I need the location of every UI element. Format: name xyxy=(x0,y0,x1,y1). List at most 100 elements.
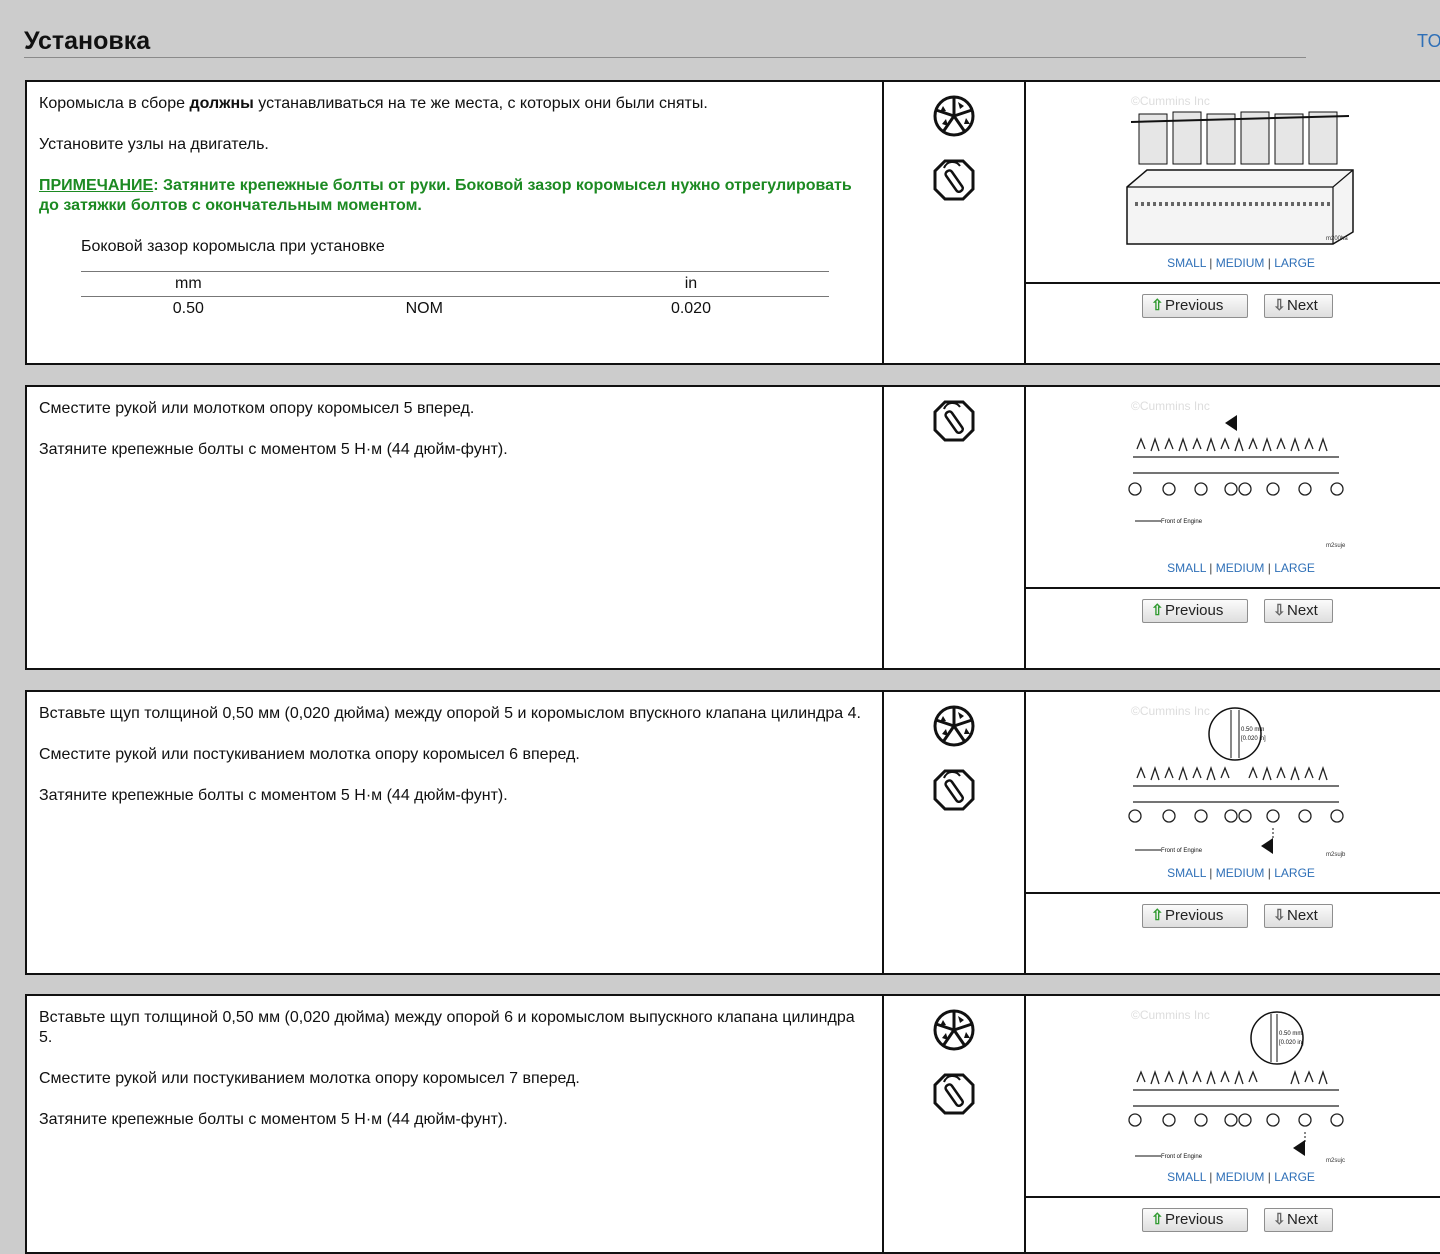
previous-button[interactable]: ⇧Previous xyxy=(1142,294,1248,318)
figure-area: ©Cummins Inc Front of Engine m2suje SMAL… xyxy=(1026,387,1440,589)
page-header: Установка xyxy=(24,24,1306,58)
large-link[interactable]: LARGE xyxy=(1274,561,1315,575)
medium-link[interactable]: MEDIUM xyxy=(1216,1170,1265,1184)
arrow-down-icon: ⇩ xyxy=(1273,907,1286,924)
separator: | xyxy=(1264,561,1275,575)
top-link[interactable]: TO xyxy=(1417,31,1440,52)
engine-figure[interactable]: ©Cummins Inc m200ha xyxy=(1121,92,1359,252)
tool-set-icon[interactable] xyxy=(932,94,976,138)
step-paragraph: Сместите рукой или постукиванием молотка… xyxy=(39,1070,580,1087)
next-label: Next xyxy=(1287,1211,1318,1228)
torque-wrench-icon[interactable] xyxy=(932,768,976,812)
figure-caption: Front of Engine xyxy=(1161,848,1203,854)
large-link[interactable]: LARGE xyxy=(1274,1170,1315,1184)
separator: | xyxy=(1264,866,1275,880)
medium-link[interactable]: MEDIUM xyxy=(1216,866,1265,880)
next-button[interactable]: ⇩Next xyxy=(1264,904,1333,928)
next-label: Next xyxy=(1287,907,1318,924)
spec-header xyxy=(296,272,553,297)
arrow-up-icon: ⇧ xyxy=(1151,1211,1164,1228)
small-link[interactable]: SMALL xyxy=(1167,256,1206,270)
previous-label: Previous xyxy=(1165,1211,1224,1228)
tool-icons xyxy=(884,996,1026,1252)
callout-in: [0.020 in] xyxy=(1241,736,1266,742)
torque-wrench-icon[interactable] xyxy=(932,399,976,443)
figure-watermark: ©Cummins Inc xyxy=(1131,399,1210,413)
figure-size-links: SMALL | MEDIUM | LARGE xyxy=(1026,866,1440,880)
procedure-step: Вставьте щуп толщиной 0,50 мм (0,020 дюй… xyxy=(25,690,1440,975)
large-link[interactable]: LARGE xyxy=(1274,256,1315,270)
text-run: устанавливаться на те же места, с которы… xyxy=(253,95,708,112)
large-link[interactable]: LARGE xyxy=(1274,866,1315,880)
next-button[interactable]: ⇩Next xyxy=(1264,1208,1333,1232)
arrow-up-icon: ⇧ xyxy=(1151,297,1164,314)
step-paragraph: Затяните крепежные болты с моментом 5 Н·… xyxy=(39,441,508,458)
callout-mm: 0.50 mm xyxy=(1241,727,1264,733)
step-text: Вставьте щуп толщиной 0,50 мм (0,020 дюй… xyxy=(27,996,884,1252)
medium-link[interactable]: MEDIUM xyxy=(1216,256,1265,270)
step-paragraph: Вставьте щуп толщиной 0,50 мм (0,020 дюй… xyxy=(39,705,861,722)
callout-in: [0.020 in] xyxy=(1279,1040,1304,1046)
small-link[interactable]: SMALL xyxy=(1167,866,1206,880)
tool-icons xyxy=(884,387,1026,668)
arrow-down-icon: ⇩ xyxy=(1273,602,1286,619)
tool-icons xyxy=(884,82,1026,363)
previous-button[interactable]: ⇧Previous xyxy=(1142,1208,1248,1232)
spec-header: in xyxy=(684,275,698,292)
spec-table: mm in 0.50 NOM 0.020 xyxy=(81,271,829,321)
separator: | xyxy=(1205,256,1216,270)
figure-panel: ©Cummins Inc m200ha SMALL | MEDIUM | LAR… xyxy=(1026,82,1440,363)
figure-size-links: SMALL | MEDIUM | LARGE xyxy=(1026,256,1440,270)
small-link[interactable]: SMALL xyxy=(1167,1170,1206,1184)
previous-button[interactable]: ⇧Previous xyxy=(1142,599,1248,623)
arrow-down-icon: ⇩ xyxy=(1273,1211,1286,1228)
figure-area: ©Cummins Inc m200ha SMALL | MEDIUM | LAR… xyxy=(1026,82,1440,284)
figure-size-links: SMALL | MEDIUM | LARGE xyxy=(1026,1170,1440,1184)
next-button[interactable]: ⇩Next xyxy=(1264,599,1333,623)
medium-link[interactable]: MEDIUM xyxy=(1216,561,1265,575)
small-link[interactable]: SMALL xyxy=(1167,561,1206,575)
figure-watermark: ©Cummins Inc xyxy=(1131,94,1210,108)
step-paragraph: Коромысла в сборе должны устанавливаться… xyxy=(39,94,872,114)
feeler-gauge-figure[interactable]: ©Cummins Inc 0.50 mm [0.020 in] Front of… xyxy=(1121,702,1359,862)
figure-panel: ©Cummins Inc Front of Engine m2suje SMAL… xyxy=(1026,387,1440,668)
arrow-up-icon: ⇧ xyxy=(1151,907,1164,924)
emphasis-text: должны xyxy=(189,95,254,112)
figure-code: m2sujc xyxy=(1326,1158,1345,1164)
text-run: Коромысла в сборе xyxy=(39,95,190,112)
procedure-step: Вставьте щуп толщиной 0,50 мм (0,020 дюй… xyxy=(25,994,1440,1254)
previous-label: Previous xyxy=(1165,602,1224,619)
separator: | xyxy=(1205,1170,1216,1184)
feeler-gauge-figure[interactable]: ©Cummins Inc 0.50 mm [0.020 in] Front of… xyxy=(1121,1006,1359,1166)
rocker-shaft-figure[interactable]: ©Cummins Inc Front of Engine m2suje xyxy=(1121,397,1359,557)
tool-icons xyxy=(884,692,1026,973)
step-paragraph: Затяните крепежные болты с моментом 5 Н·… xyxy=(39,787,508,804)
tool-set-icon[interactable] xyxy=(932,704,976,748)
figure-caption: Front of Engine xyxy=(1161,519,1203,525)
figure-watermark: ©Cummins Inc xyxy=(1131,1008,1210,1022)
step-paragraph: Затяните крепежные болты с моментом 5 Н·… xyxy=(39,1111,508,1128)
torque-wrench-icon[interactable] xyxy=(932,1072,976,1116)
procedure-step: Коромысла в сборе должны устанавливаться… xyxy=(25,80,1440,365)
next-button[interactable]: ⇩Next xyxy=(1264,294,1333,318)
step-paragraph: Сместите рукой или молотком опору коромы… xyxy=(39,400,475,417)
callout-mm: 0.50 mm xyxy=(1279,1031,1302,1037)
arrow-up-icon: ⇧ xyxy=(1151,602,1164,619)
step-text: Коромысла в сборе должны устанавливаться… xyxy=(27,82,884,363)
figure-area: ©Cummins Inc 0.50 mm [0.020 in] Front of… xyxy=(1026,692,1440,894)
previous-label: Previous xyxy=(1165,907,1224,924)
separator: | xyxy=(1264,1170,1275,1184)
procedure-step: Сместите рукой или молотком опору коромы… xyxy=(25,385,1440,670)
spec-value: NOM xyxy=(405,300,443,317)
spec-value: 0.020 xyxy=(670,300,711,317)
note-text: : Затяните крепежные болты от руки. Боко… xyxy=(39,177,852,214)
separator: | xyxy=(1264,256,1275,270)
torque-wrench-icon[interactable] xyxy=(932,158,976,202)
note-label[interactable]: ПРИМЕЧАНИЕ xyxy=(39,177,153,194)
note-block: ПРИМЕЧАНИЕ: Затяните крепежные болты от … xyxy=(39,176,872,216)
arrow-down-icon: ⇩ xyxy=(1273,297,1286,314)
previous-button[interactable]: ⇧Previous xyxy=(1142,904,1248,928)
tool-set-icon[interactable] xyxy=(932,1008,976,1052)
spec-value: 0.50 xyxy=(172,300,204,317)
figure-panel: ©Cummins Inc 0.50 mm [0.020 in] Front of… xyxy=(1026,692,1440,973)
